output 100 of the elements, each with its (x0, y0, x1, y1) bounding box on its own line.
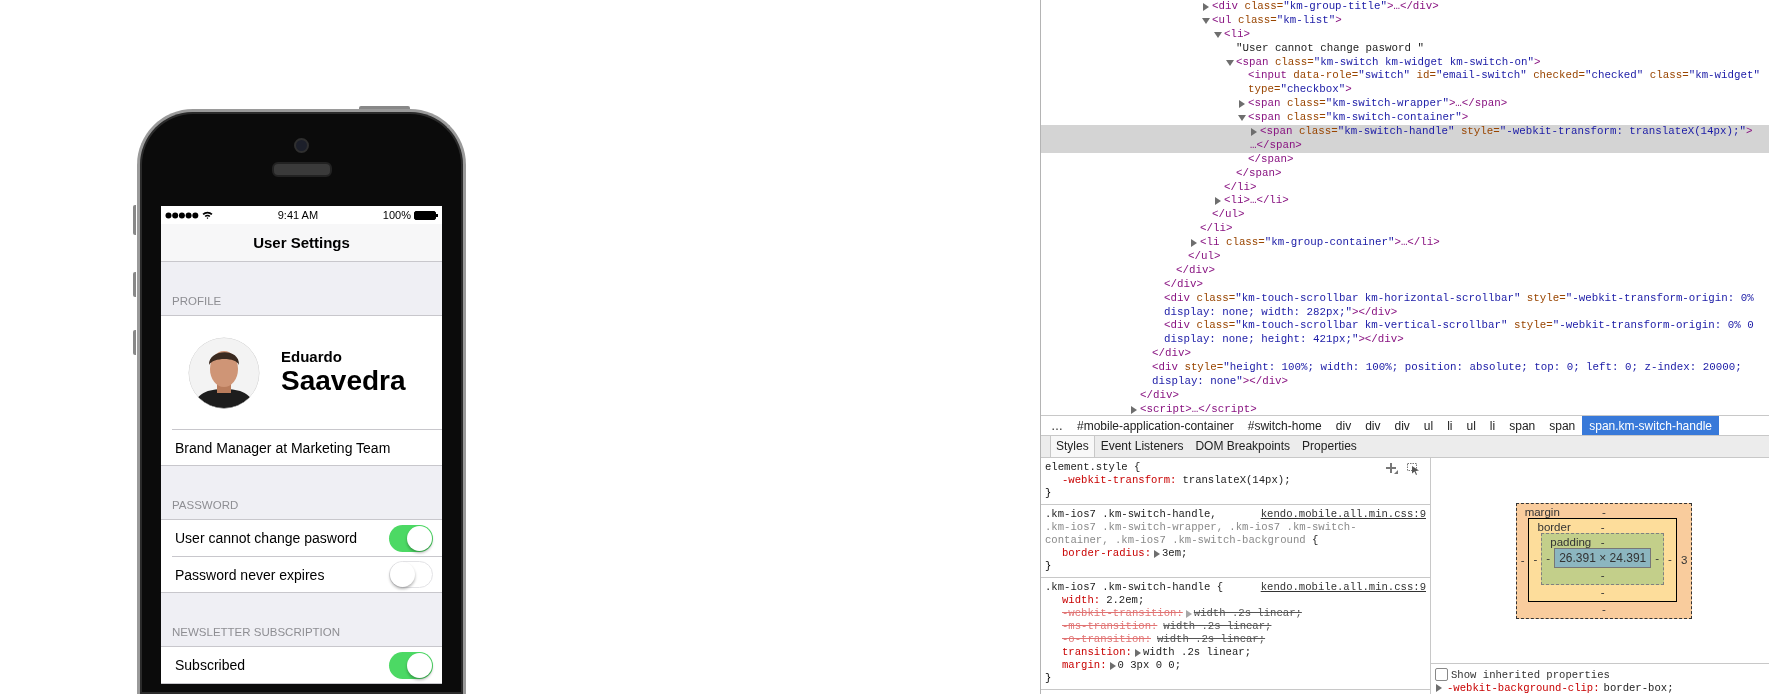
breadcrumb-item[interactable]: #switch-home (1240, 416, 1329, 435)
property-value[interactable]: translateX(14px); (1182, 474, 1291, 487)
property-value[interactable]: width .2s linear; (1142, 646, 1251, 659)
dom-node-code[interactable]: </div> (1140, 388, 1179, 403)
expand-arrow-icon[interactable] (1108, 661, 1117, 670)
toggle-switch[interactable] (389, 561, 433, 588)
property-value[interactable]: border-box; (1603, 682, 1674, 694)
dom-node-code[interactable]: <div style="height: 100%; width: 100%; position: absolute; top: 0; left: 0; z-index: 20000; (1152, 361, 1742, 376)
expand-arrow-icon[interactable] (1238, 114, 1246, 123)
battery-percent: 100% (382, 209, 411, 221)
property-name[interactable]: border-radius: (1062, 547, 1151, 560)
camera-lens (294, 138, 309, 153)
css-selector: element.style { (1045, 461, 1141, 474)
plus-icon[interactable] (1386, 463, 1398, 474)
panel-tab[interactable]: DOM Breakpoints (1189, 435, 1297, 457)
breadcrumb-item[interactable]: div (1328, 416, 1359, 435)
dom-node-code[interactable]: </ul> (1188, 250, 1221, 264)
breadcrumb-item[interactable]: ul (1416, 416, 1441, 435)
dom-node-code[interactable]: display: none"></div> (1152, 375, 1289, 389)
job-title: Brand Manager at Marketing Team (175, 439, 391, 456)
property-value[interactable]: width .2s linear; (1163, 620, 1272, 633)
dom-node-code[interactable]: </div> (1164, 277, 1203, 292)
box-label: margin (1524, 505, 1560, 518)
cursor-icon[interactable] (1407, 463, 1420, 475)
dom-node-code[interactable]: <li class="km-group-container">…</li> (1200, 236, 1440, 251)
box-value: - (1600, 567, 1605, 583)
property-name[interactable]: transition: (1062, 646, 1132, 659)
dom-node-code[interactable]: <div class="km-touch-scrollbar km-horizontal-scrollbar" style="-webkit-transform-origin: 0% (1164, 291, 1754, 306)
box-value: - (1654, 551, 1661, 564)
breadcrumb-item[interactable]: #mobile-application-container (1070, 416, 1241, 435)
checkbox-label[interactable]: Show inherited properties (1451, 668, 1610, 681)
breadcrumb-item[interactable]: div (1387, 416, 1417, 435)
expand-arrow-icon[interactable] (1133, 648, 1142, 657)
checkbox[interactable] (1435, 668, 1448, 681)
dom-node-code[interactable]: </li> (1224, 180, 1257, 195)
property-name[interactable]: -webkit-background-clip: (1447, 682, 1600, 694)
breadcrumb-item[interactable]: … (1044, 416, 1070, 435)
dom-node-code[interactable]: <span class="km-switch km-widget km-switch-on"> (1236, 55, 1541, 70)
box-value: - (1667, 552, 1673, 565)
expand-arrow-icon[interactable] (1202, 16, 1210, 25)
dom-node-code[interactable]: <span class="km-switch-handle" style="-webkit-transform: translateX(14px);"> (1260, 125, 1753, 139)
section-header: PROFILE (172, 295, 222, 307)
expand-arrow-icon[interactable] (1214, 197, 1222, 206)
source-link[interactable]: kendo.mobile.all.min.css:9 (1260, 581, 1426, 594)
dom-node-code[interactable]: <span class="km-switch-wrapper">…</span> (1248, 97, 1508, 112)
expand-arrow-icon[interactable] (1435, 684, 1443, 692)
dom-node-code[interactable]: </div> (1152, 347, 1191, 362)
breadcrumb-item[interactable]: div (1358, 416, 1388, 435)
dom-node-code[interactable]: <input data-role="switch" id="email-switch" checked="checked" class="km-widget" (1248, 69, 1760, 84)
property-value[interactable]: width .2s linear; (1157, 633, 1266, 646)
dom-node-code[interactable]: …</span> (1250, 138, 1302, 153)
breadcrumb-item[interactable]: span (1542, 416, 1583, 435)
property-value[interactable]: 0 3px 0 0; (1117, 659, 1182, 672)
css-selector: .km-ios7 .km-switch-wrapper, .km-ios7 .km-switch- (1045, 521, 1357, 534)
box-value: 3 (1679, 553, 1689, 566)
property-name[interactable]: width: (1062, 594, 1101, 607)
property-name[interactable]: margin: (1062, 659, 1107, 672)
dom-node-code[interactable]: <span class="km-switch-container"> (1248, 111, 1469, 126)
dom-node-code[interactable]: "User cannot change pasword " (1236, 41, 1424, 56)
expand-arrow-icon[interactable] (1226, 58, 1234, 67)
dom-node-code[interactable]: </ul> (1212, 208, 1245, 223)
expand-arrow-icon[interactable] (1238, 100, 1246, 109)
toggle-switch[interactable] (389, 651, 433, 679)
css-selector: container, .km-ios7 .km-switch-background { (1045, 534, 1319, 547)
breadcrumb-item[interactable]: li (1482, 416, 1503, 435)
panel-tab[interactable]: Properties (1296, 435, 1363, 457)
breadcrumb-item[interactable]: span (1502, 416, 1543, 435)
breadcrumb-item[interactable]: li (1440, 416, 1460, 435)
property-name[interactable]: -webkit-transform: (1062, 474, 1177, 487)
dom-node-code[interactable]: </div> (1176, 263, 1215, 278)
dom-node-code[interactable]: display: none; height: 421px;"></div> (1164, 333, 1404, 348)
toggle-switch[interactable] (389, 524, 433, 552)
expand-arrow-icon[interactable] (1130, 405, 1138, 414)
property-value[interactable]: 3em; (1162, 547, 1188, 560)
dom-node-code[interactable]: <div class="km-touch-scrollbar km-vertical-scrollbar" style="-webkit-transform-origin: 0% 0 (1164, 319, 1754, 334)
battery-icon (414, 210, 438, 220)
dom-node-code[interactable]: type="checkbox"> (1248, 83, 1352, 98)
dom-node-code[interactable]: <div class="km-group-title">…</div> (1212, 0, 1439, 14)
panel-tab[interactable]: Styles (1050, 435, 1095, 457)
dom-node-code[interactable]: </span> (1248, 152, 1294, 167)
breadcrumb-item[interactable]: span.km-switch-handle (1582, 416, 1719, 435)
expand-arrow-icon[interactable] (1250, 127, 1258, 136)
dom-node-code[interactable]: <ul class="km-list"> (1212, 13, 1342, 28)
dom-node-code[interactable]: <li> (1224, 27, 1250, 42)
expand-arrow-icon[interactable] (1214, 30, 1222, 39)
dom-node-code[interactable]: </li> (1200, 222, 1233, 237)
expand-arrow-icon[interactable] (1153, 549, 1161, 558)
breadcrumb-item[interactable]: ul (1459, 416, 1483, 435)
source-link[interactable]: kendo.mobile.all.min.css:9 (1260, 508, 1426, 521)
css-selector: .km-ios7 .km-switch-handle { (1045, 581, 1223, 594)
dom-node-code[interactable]: <script>…</script> (1140, 402, 1257, 415)
setting-label: User cannot change pasword (175, 530, 358, 546)
expand-arrow-icon[interactable] (1190, 239, 1198, 248)
dom-node-code[interactable]: <li>…</li> (1224, 194, 1289, 209)
dom-node-code[interactable]: </span> (1236, 166, 1282, 181)
panel-tab[interactable]: Event Listeners (1094, 435, 1190, 457)
expand-arrow-icon[interactable] (1202, 2, 1210, 11)
dom-node-code[interactable]: display: none; width: 282px;"></div> (1164, 305, 1398, 320)
property-value[interactable]: 2.2em; (1106, 594, 1145, 607)
property-value[interactable]: width .2s linear; (1193, 607, 1302, 620)
